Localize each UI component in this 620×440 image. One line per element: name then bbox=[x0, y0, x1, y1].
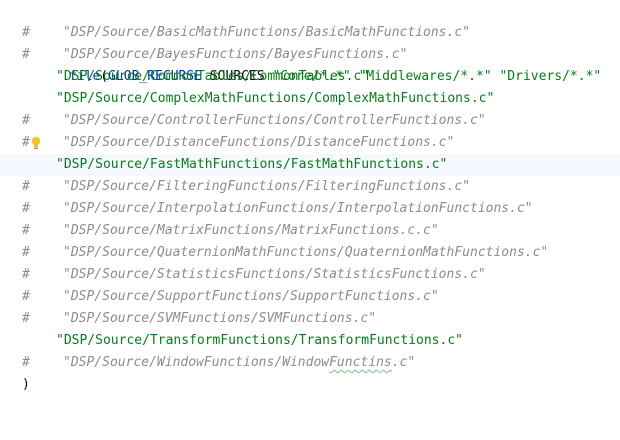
commented-source-path: "DSP/Source/BasicMathFunctions/BasicMath… bbox=[63, 25, 470, 40]
commented-source-path: "DSP/Source/SupportFunctions/SupportFunc… bbox=[63, 289, 439, 304]
source-path: "DSP/Source/TransformFunctions/Transform… bbox=[56, 333, 463, 348]
comment-marker: # bbox=[22, 25, 30, 40]
code-line[interactable]: # "DSP/Source/BayesFunctions/BayesFuncti… bbox=[0, 44, 620, 66]
code-line[interactable]: # "DSP/Source/ControllerFunctions/Contro… bbox=[0, 110, 620, 132]
commented-source-path: "DSP/Source/StatisticsFunctions/Statisti… bbox=[63, 267, 486, 282]
code-editor[interactable]: file(GLOB_RECURSE SOURCES "Core/*.*" "Mi… bbox=[0, 0, 620, 421]
comment-marker: # bbox=[22, 179, 30, 194]
commented-source-path: "DSP/Source/InterpolationFunctions/Inter… bbox=[63, 201, 533, 216]
source-path: "DSP/Source/ComplexMathFunctions/Complex… bbox=[56, 91, 495, 106]
commented-source-path: "DSP/Source/ControllerFunctions/Controll… bbox=[63, 113, 486, 128]
code-line[interactable]: # "DSP/Source/MatrixFunctions/MatrixFunc… bbox=[0, 220, 620, 242]
commented-source-path: "DSP/Source/SVMFunctions/SVMFunctions.c" bbox=[63, 311, 377, 326]
code-line[interactable]: # "DSP/Source/SVMFunctions/SVMFunctions.… bbox=[0, 308, 620, 330]
close-paren: ) bbox=[22, 377, 30, 392]
commented-source-path: "DSP/Source/QuaternionMathFunctions/Quat… bbox=[63, 245, 549, 260]
commented-source-path: "DSP/Source/BayesFunctions/BayesFunction… bbox=[63, 47, 408, 62]
code-line-current[interactable]: "DSP/Source/FastMathFunctions/FastMathFu… bbox=[0, 154, 620, 176]
lightbulb-icon[interactable] bbox=[30, 136, 42, 150]
commented-source-path: "DSP/Source/DistanceFunctions/DistanceFu… bbox=[63, 135, 455, 150]
code-line[interactable]: "DSP/Source/TransformFunctions/Transform… bbox=[0, 330, 620, 352]
code-line[interactable]: # "DSP/Source/FilteringFunctions/Filteri… bbox=[0, 176, 620, 198]
comment-marker: # bbox=[22, 201, 30, 216]
comment-marker: # bbox=[22, 47, 30, 62]
code-line[interactable]: "DSP/Source/CommonTables/CommonTables.c" bbox=[0, 66, 620, 88]
code-line-header[interactable]: file(GLOB_RECURSE SOURCES "Core/*.*" "Mi… bbox=[0, 0, 620, 84]
comment-marker: # bbox=[22, 245, 30, 260]
code-line[interactable]: ) bbox=[0, 374, 620, 396]
code-line[interactable]: # "DSP/Source/BasicMathFunctions/BasicMa… bbox=[0, 22, 620, 44]
comment-marker: # bbox=[22, 289, 30, 304]
commented-source-path-typo: "DSP/Source/WindowFunctions/WindowFuncti… bbox=[63, 355, 416, 370]
code-line[interactable]: # "DSP/Source/QuaternionMathFunctions/Qu… bbox=[0, 242, 620, 264]
code-line[interactable]: # "DSP/Source/StatisticsFunctions/Statis… bbox=[0, 264, 620, 286]
spelling-typo-underline: Functins bbox=[329, 355, 392, 370]
code-line[interactable]: # "DSP/Source/WindowFunctions/WindowFunc… bbox=[0, 352, 620, 374]
source-path: "DSP/Source/CommonTables/CommonTables.c" bbox=[56, 69, 370, 84]
source-path: "DSP/Source/FastMathFunctions/FastMathFu… bbox=[56, 157, 448, 172]
code-line[interactable]: # "DSP/Source/SupportFunctions/SupportFu… bbox=[0, 286, 620, 308]
comment-marker: # bbox=[22, 355, 30, 370]
comment-marker: # bbox=[22, 267, 30, 282]
commented-source-path: "DSP/Source/FilteringFunctions/Filtering… bbox=[63, 179, 470, 194]
commented-source-path: "DSP/Source/MatrixFunctions/MatrixFuncti… bbox=[63, 223, 439, 238]
comment-marker: # bbox=[22, 113, 30, 128]
comment-marker: # bbox=[22, 311, 30, 326]
comment-marker: # bbox=[22, 223, 30, 238]
code-line[interactable]: # "DSP/Source/DistanceFunctions/Distance… bbox=[0, 132, 620, 154]
comment-marker: # bbox=[22, 135, 30, 150]
code-line[interactable]: # "DSP/Source/InterpolationFunctions/Int… bbox=[0, 198, 620, 220]
code-line[interactable]: "DSP/Source/ComplexMathFunctions/Complex… bbox=[0, 88, 620, 110]
